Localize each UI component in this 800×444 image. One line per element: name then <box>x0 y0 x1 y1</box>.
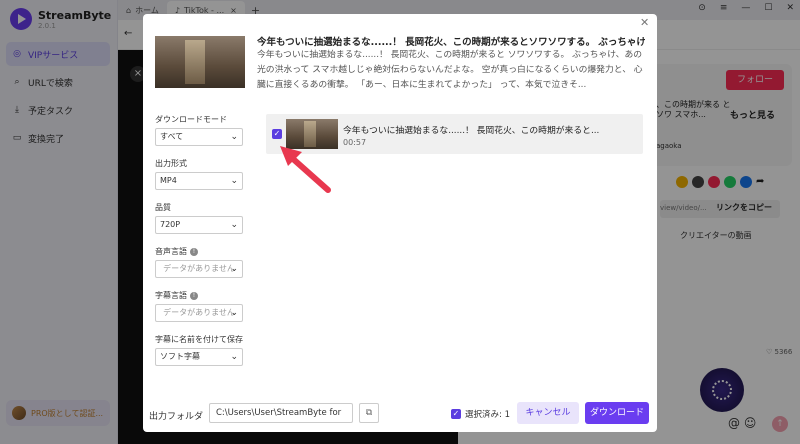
output-folder-input[interactable]: C:\Users\User\StreamByte for <box>209 403 353 423</box>
download-mode-value: すべて <box>160 132 184 141</box>
download-mode-label-text: ダウンロードモード <box>155 115 227 124</box>
output-format-label-text: 出力形式 <box>155 159 187 168</box>
select-all-checkbox[interactable]: ✓ <box>451 409 461 419</box>
audio-language-label: 音声言語! <box>155 246 247 257</box>
subtitle-language-value: データがありません <box>163 308 235 317</box>
output-format-value: MP4 <box>160 176 177 185</box>
quality-label: 品質 <box>155 202 247 213</box>
info-icon[interactable]: ! <box>190 247 198 256</box>
audio-language-select[interactable]: データがありません ⌄ <box>155 260 243 278</box>
subtitle-save-select[interactable]: ソフト字幕 ⌄ <box>155 348 243 366</box>
subtitle-save-value: ソフト字幕 <box>160 352 200 361</box>
output-format-label: 出力形式 <box>155 158 247 169</box>
subtitle-language-select[interactable]: データがありません ⌄ <box>155 304 243 322</box>
settings-panel: ダウンロードモード すべて ⌄ 出力形式 MP4 ⌄ 品質 720P ⌄ 音声言語! … <box>155 114 247 378</box>
browse-folder-icon[interactable]: ⧉ <box>359 403 379 423</box>
chevron-down-icon: ⌄ <box>230 176 238 186</box>
output-format-select[interactable]: MP4 ⌄ <box>155 172 243 190</box>
selected-count: 選択済み: 1 <box>465 410 510 420</box>
chevron-down-icon: ⌄ <box>230 220 238 230</box>
subtitle-save-label-text: 字幕に名前を付けて保存 <box>155 335 243 344</box>
info-icon[interactable]: ! <box>190 291 198 300</box>
app-window: StreamByte 2.0.1 ◎ VIPサービス ⌕ URLで検索 ⤓ 予定… <box>0 0 800 444</box>
item-duration: 00:57 <box>343 138 367 147</box>
subtitle-language-label-text: 字幕言語 <box>155 291 187 300</box>
subtitle-language-label: 字幕言語! <box>155 290 247 301</box>
chevron-down-icon: ⌄ <box>230 132 238 142</box>
dialog-close-icon[interactable]: ✕ <box>640 16 649 29</box>
download-dialog: ✕ 今年もついに抽選始まるな......！ 長岡花火、この時期が来るとソワソワす… <box>143 14 657 432</box>
audio-language-value: データがありません <box>163 264 235 273</box>
chevron-down-icon: ⌄ <box>230 264 238 274</box>
quality-label-text: 品質 <box>155 203 171 212</box>
download-mode-label: ダウンロードモード <box>155 114 247 125</box>
video-thumbnail <box>155 36 245 88</box>
item-checkbox[interactable]: ✓ <box>272 129 282 139</box>
audio-language-label-text: 音声言語 <box>155 247 187 256</box>
video-description: 今年もついに抽選始まるな......！ 長岡花火、この時期が来ると ソワソワする… <box>257 50 643 90</box>
download-button[interactable]: ダウンロード <box>585 402 649 424</box>
video-title: 今年もついに抽選始まるな......！ 長岡花火、この時期が来るとソワソワする。… <box>257 37 645 48</box>
video-list-item[interactable]: ✓ 今年もついに抽選始まるな......！ 長岡花火、この時期が来ると... 0… <box>266 114 643 154</box>
cancel-button[interactable]: キャンセル <box>517 402 579 424</box>
chevron-down-icon: ⌄ <box>230 308 238 318</box>
quality-value: 720P <box>160 220 181 229</box>
item-title: 今年もついに抽選始まるな......！ 長岡花火、この時期が来ると... <box>343 126 600 136</box>
chevron-down-icon: ⌄ <box>230 352 238 362</box>
item-thumbnail <box>286 119 338 149</box>
output-folder-label: 出力フォルダ <box>149 412 204 422</box>
subtitle-save-label: 字幕に名前を付けて保存 <box>155 334 247 345</box>
quality-select[interactable]: 720P ⌄ <box>155 216 243 234</box>
download-mode-select[interactable]: すべて ⌄ <box>155 128 243 146</box>
